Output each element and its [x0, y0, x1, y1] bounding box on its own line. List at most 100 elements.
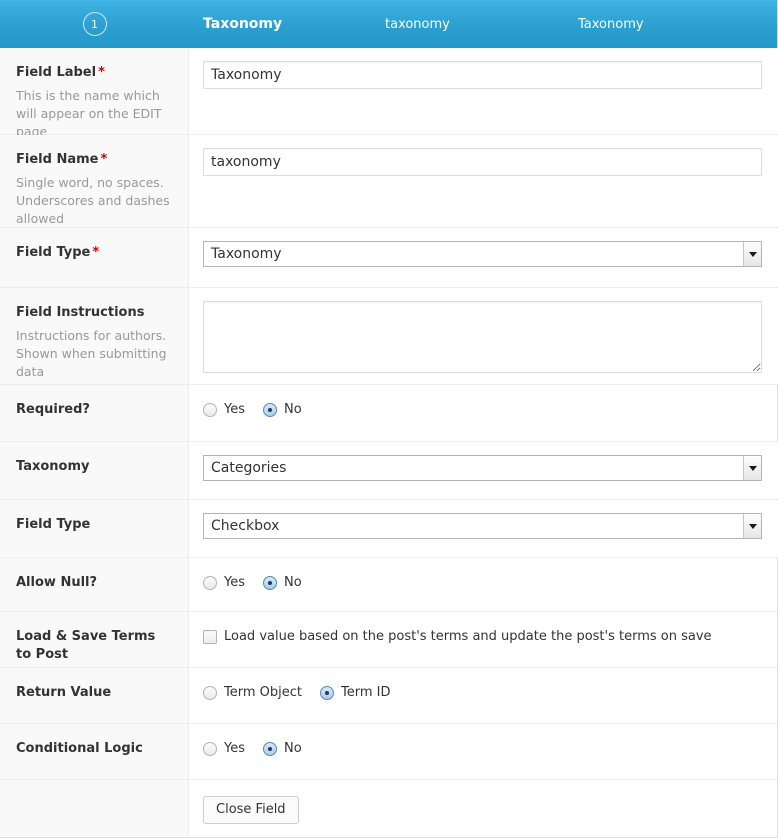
label-cell-conditional-logic: Conditional Logic	[0, 724, 189, 779]
return-value-radio-term-object[interactable]: Term Object	[203, 685, 302, 700]
required-asterisk: *	[92, 245, 100, 260]
input-cell-taxonomy: Categories	[189, 442, 778, 499]
load-save-terms-checkbox-group: Load value based on the post's terms and…	[203, 625, 761, 644]
row-taxonomy: Taxonomy Categories	[0, 442, 778, 500]
radio-selected-icon[interactable]	[263, 741, 277, 756]
conditional-logic-radio-yes-label: Yes	[224, 741, 245, 756]
label-cell-return-value: Return Value	[0, 668, 189, 723]
row-field-name: Field Name * Single word, no spaces. Unde…	[0, 135, 778, 228]
required-asterisk: *	[100, 152, 108, 167]
input-cell-allow-null: Yes No	[189, 558, 777, 611]
required-radio-yes-label: Yes	[224, 402, 245, 417]
radio-icon[interactable]	[203, 685, 217, 700]
field-label-description: This is the name which will appear on th…	[16, 87, 162, 139]
label-cell-taxonomy: Taxonomy	[0, 442, 189, 499]
label-cell-field-label: Field Label * This is the name which will…	[0, 48, 189, 139]
taxonomy-title: Taxonomy	[16, 459, 90, 474]
field-instructions-description: Instructions for authors. Shown when sub…	[16, 327, 167, 379]
appearance-field-type-select-value: Checkbox	[211, 518, 280, 534]
chevron-down-icon[interactable]	[743, 514, 761, 538]
field-instructions-title: Field Instructions	[16, 305, 145, 320]
conditional-logic-radio-group: Yes No	[203, 737, 761, 756]
input-cell-load-save-terms: Load value based on the post's terms and…	[189, 612, 777, 667]
field-settings-panel: 1 Taxonomy taxonomy Taxonomy Field Label…	[0, 0, 778, 838]
allow-null-radio-group: Yes No	[203, 571, 761, 590]
row-conditional-logic: Conditional Logic Yes No	[0, 724, 777, 780]
input-cell-field-label	[189, 48, 778, 134]
field-instructions-textarea[interactable]	[203, 301, 762, 373]
close-field-button[interactable]: Close Field	[203, 796, 299, 825]
return-value-title: Return Value	[16, 685, 112, 700]
checkbox-icon[interactable]	[203, 629, 217, 644]
return-value-radio-term-id[interactable]: Term ID	[319, 685, 391, 700]
field-header-bar[interactable]: 1 Taxonomy taxonomy Taxonomy	[0, 0, 777, 48]
conditional-logic-radio-no[interactable]: No	[263, 741, 302, 756]
label-cell-load-save-terms: Load & Save Terms to Post	[0, 612, 189, 667]
required-radio-no-label: No	[284, 402, 302, 417]
input-cell-field-name	[189, 135, 778, 227]
input-cell-required: Yes No	[189, 385, 777, 441]
field-type-select[interactable]: Taxonomy	[203, 241, 762, 267]
row-required: Required? Yes No	[0, 385, 777, 442]
label-cell-allow-null: Allow Null?	[0, 558, 189, 611]
label-cell-field-type: Field Type *	[0, 228, 189, 287]
radio-selected-icon[interactable]	[319, 685, 334, 700]
radio-icon[interactable]	[203, 575, 217, 590]
chevron-down-icon[interactable]	[743, 242, 761, 266]
field-label-title-text: Field Label	[16, 65, 97, 80]
field-type-select-value: Taxonomy	[211, 246, 282, 262]
appearance-field-type-select[interactable]: Checkbox	[203, 513, 762, 539]
field-name-input[interactable]	[203, 148, 762, 176]
label-cell-required: Required?	[0, 385, 189, 441]
required-radio-group: Yes No	[203, 398, 761, 417]
allow-null-radio-yes[interactable]: Yes	[203, 575, 245, 590]
field-order-badge: 1	[82, 12, 107, 36]
row-field-instructions: Field Instructions Instructions for auth…	[0, 288, 778, 385]
return-value-radio-group: Term Object Term ID	[203, 681, 761, 700]
radio-selected-icon[interactable]	[263, 402, 277, 417]
load-save-terms-checkbox[interactable]: Load value based on the post's terms and…	[203, 629, 712, 644]
field-label-title: Field Label *	[16, 64, 172, 82]
return-value-radio-term-object-label: Term Object	[224, 685, 302, 700]
load-save-terms-checkbox-label: Load value based on the post's terms and…	[224, 629, 712, 644]
allow-null-radio-yes-label: Yes	[224, 575, 245, 590]
radio-selected-icon[interactable]	[263, 575, 277, 590]
conditional-logic-radio-yes[interactable]: Yes	[203, 741, 245, 756]
field-name-title: Field Name *	[16, 151, 172, 169]
field-name-title-text: Field Name	[16, 152, 99, 167]
taxonomy-select[interactable]: Categories	[203, 455, 762, 481]
required-asterisk: *	[98, 65, 105, 80]
load-save-terms-title: Load & Save Terms to Post	[16, 629, 156, 662]
row-load-save-terms: Load & Save Terms to Post Load value bas…	[0, 612, 777, 668]
label-cell-field-name: Field Name * Single word, no spaces. Unde…	[0, 135, 189, 227]
required-radio-yes[interactable]: Yes	[203, 402, 245, 417]
chevron-down-glyph	[748, 251, 757, 257]
input-cell-return-value: Term Object Term ID	[189, 668, 777, 723]
input-cell-field-instructions	[189, 288, 778, 384]
field-header-columns: Taxonomy taxonomy Taxonomy	[189, 0, 777, 48]
field-name-description: Single word, no spaces. Underscores and …	[16, 174, 170, 226]
action-cell-footer: Close Field	[189, 780, 777, 837]
label-cell-footer	[0, 780, 189, 837]
row-allow-null: Allow Null? Yes No	[0, 558, 777, 612]
required-radio-no[interactable]: No	[263, 402, 302, 417]
label-cell-field-instructions: Field Instructions Instructions for auth…	[0, 288, 189, 384]
label-cell-appearance-field-type: Field Type	[0, 500, 189, 557]
row-field-type: Field Type * Taxonomy	[0, 228, 778, 288]
header-field-type: Taxonomy	[578, 16, 644, 32]
field-order-cell: 1	[0, 12, 189, 36]
allow-null-radio-no-label: No	[284, 575, 302, 590]
required-title: Required?	[16, 402, 90, 417]
allow-null-radio-no[interactable]: No	[263, 575, 302, 590]
field-label-input[interactable]	[203, 61, 762, 89]
radio-icon[interactable]	[203, 402, 217, 417]
allow-null-title: Allow Null?	[16, 575, 98, 590]
input-cell-field-type: Taxonomy	[189, 228, 778, 287]
radio-icon[interactable]	[203, 741, 217, 756]
input-cell-appearance-field-type: Checkbox	[189, 500, 778, 557]
return-value-radio-term-id-label: Term ID	[340, 685, 391, 700]
chevron-down-glyph	[748, 523, 757, 529]
chevron-down-icon[interactable]	[743, 456, 761, 480]
taxonomy-select-value: Categories	[211, 460, 287, 476]
field-type-title: Field Type *	[16, 244, 172, 262]
